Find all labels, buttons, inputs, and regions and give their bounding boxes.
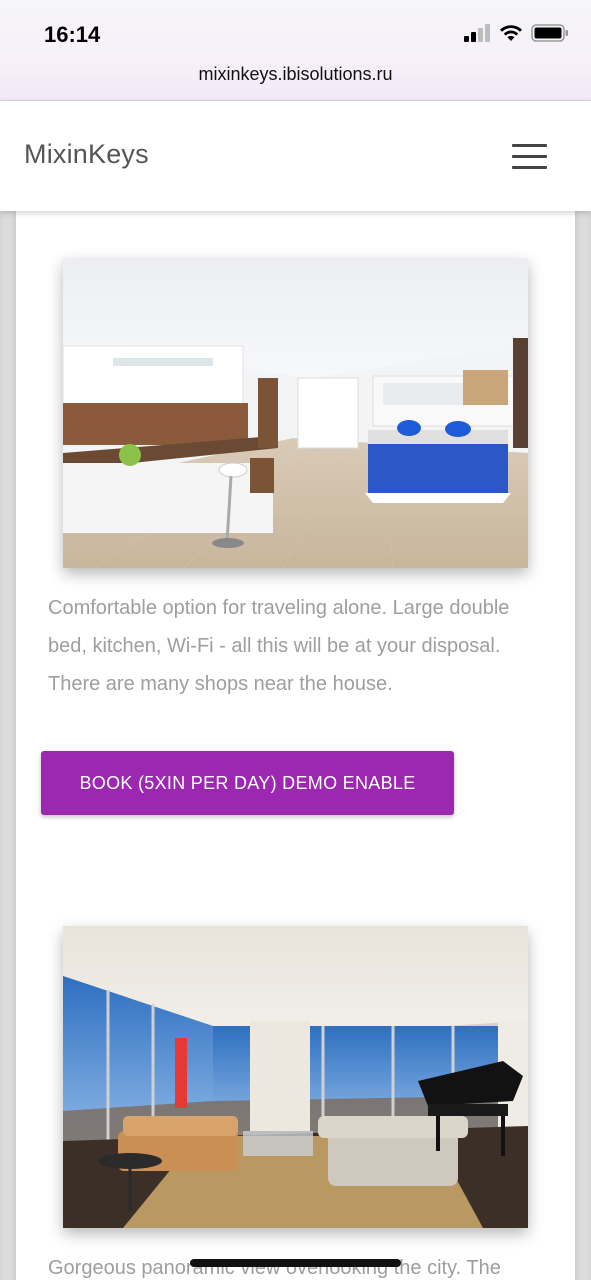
book-button[interactable]: BOOK (5XIN PER DAY) DEMO ENABLE — [41, 751, 454, 815]
app-header: MixinKeys — [0, 101, 591, 211]
brand-logo-text[interactable]: MixinKeys — [24, 139, 149, 170]
home-indicator — [190, 1259, 401, 1267]
wifi-icon — [500, 25, 522, 41]
address-bar-url[interactable]: mixinkeys.ibisolutions.ru — [0, 64, 591, 85]
status-time: 16:14 — [44, 22, 101, 47]
listing-description: Comfortable option for traveling alone. … — [48, 597, 510, 695]
battery-icon — [531, 24, 568, 42]
browser-top-bar: 16:14 mixinkeys.ibisolutions.ru — [0, 0, 591, 101]
status-icons — [464, 24, 569, 42]
hamburger-menu-icon[interactable] — [512, 144, 548, 170]
signal-icon — [464, 24, 490, 42]
apartment-studio-photo — [63, 258, 528, 568]
panoramic-living-room-photo — [63, 926, 528, 1228]
